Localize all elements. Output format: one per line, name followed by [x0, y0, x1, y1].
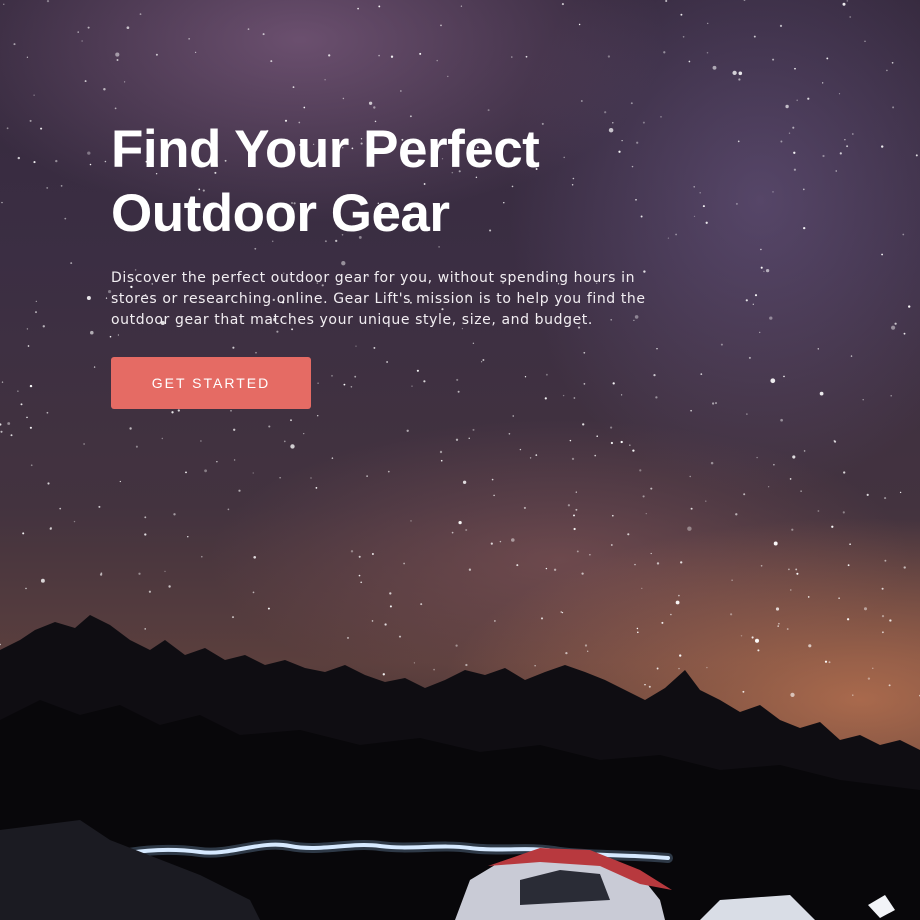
hero-section: Find Your Perfect Outdoor Gear Discover … [0, 0, 920, 920]
hero-content: Find Your Perfect Outdoor Gear Discover … [111, 118, 671, 409]
get-started-button[interactable]: GET STARTED [111, 357, 311, 409]
hero-description: Discover the perfect outdoor gear for yo… [111, 270, 646, 328]
hero-headline: Find Your Perfect Outdoor Gear [111, 120, 540, 243]
